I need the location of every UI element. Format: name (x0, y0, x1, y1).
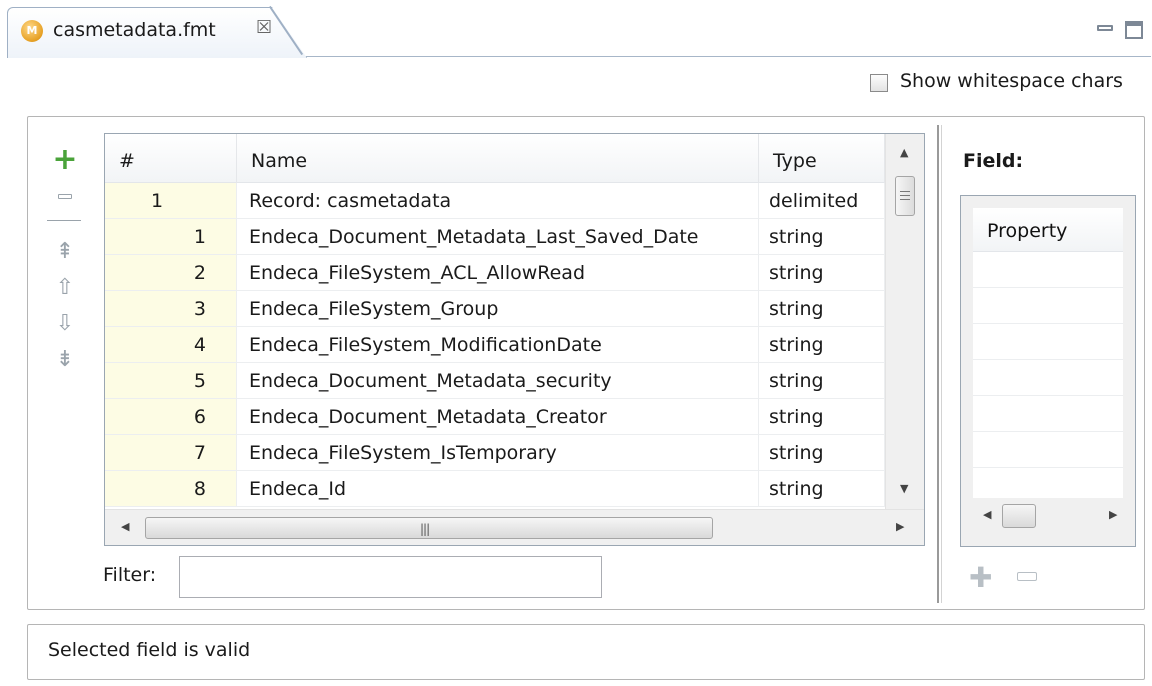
property-table-body: Property (973, 208, 1123, 498)
property-row[interactable] (973, 360, 1123, 396)
property-row[interactable] (973, 288, 1123, 324)
format-file-icon: M (21, 20, 43, 42)
cell-number: 1 (105, 219, 237, 255)
status-message: Selected field is valid (48, 639, 251, 661)
filter-input[interactable] (179, 556, 602, 598)
column-header-name[interactable]: Name (237, 134, 759, 183)
scroll-left-arrow-icon[interactable]: ◀ (121, 520, 129, 533)
table-row[interactable]: 1 Endeca_Document_Metadata_Last_Saved_Dat… (105, 219, 885, 255)
table-row[interactable]: 2 Endeca_FileSystem_ACL_AllowRead string (105, 255, 885, 291)
cell-name: Record: casmetadata (237, 183, 759, 219)
property-row[interactable] (973, 324, 1123, 360)
move-bottom-icon[interactable]: ⇟ (47, 345, 83, 375)
cell-name: Endeca_Id (237, 471, 759, 507)
cell-number: 2 (105, 255, 237, 291)
cell-number: 8 (105, 471, 237, 507)
scroll-right-arrow-icon[interactable]: ▶ (1109, 508, 1117, 521)
property-scroll-thumb[interactable] (1002, 504, 1036, 528)
maximize-icon[interactable] (1125, 21, 1143, 39)
move-down-icon[interactable]: ⇩ (47, 309, 83, 339)
table-row[interactable]: 8 Endeca_Id string (105, 471, 885, 507)
cell-type: string (759, 471, 885, 507)
cell-number: 1 (105, 183, 237, 219)
horizontal-scroll-thumb[interactable]: ||| (145, 517, 713, 539)
cell-number: 7 (105, 435, 237, 471)
table-row[interactable]: 5 Endeca_Document_Metadata_security string (105, 363, 885, 399)
cell-name: Endeca_FileSystem_ModificationDate (237, 327, 759, 363)
panel-splitter[interactable] (937, 125, 942, 603)
cell-type: delimited (759, 183, 885, 219)
table-row[interactable]: 7 Endeca_FileSystem_IsTemporary string (105, 435, 885, 471)
cell-number: 3 (105, 291, 237, 327)
close-icon[interactable]: ☒ (256, 19, 272, 37)
cell-name: Endeca_FileSystem_ACL_AllowRead (237, 255, 759, 291)
add-icon[interactable]: + (47, 145, 83, 177)
field-panel-title: Field: (963, 150, 1024, 172)
cell-name: Endeca_Document_Metadata_Last_Saved_Date (237, 219, 759, 255)
toolbar-separator (47, 220, 81, 221)
table-row[interactable]: 3 Endeca_FileSystem_Group string (105, 291, 885, 327)
scroll-up-arrow-icon[interactable]: ▲ (900, 146, 908, 159)
vertical-scroll-thumb[interactable] (895, 176, 915, 216)
cell-type: string (759, 255, 885, 291)
scroll-right-arrow-icon[interactable]: ▶ (896, 520, 904, 533)
cell-name: Endeca_FileSystem_Group (237, 291, 759, 327)
scroll-down-arrow-icon[interactable]: ▼ (900, 482, 908, 495)
filter-label: Filter: (103, 564, 157, 586)
record-row[interactable]: 1 Record: casmetadata delimited (105, 183, 885, 219)
cell-name: Endeca_FileSystem_IsTemporary (237, 435, 759, 471)
show-whitespace-checkbox[interactable] (870, 74, 888, 92)
show-whitespace-label[interactable]: Show whitespace chars (900, 70, 1123, 92)
cell-name: Endeca_Document_Metadata_security (237, 363, 759, 399)
cell-type: string (759, 435, 885, 471)
column-header-number[interactable]: # (105, 134, 237, 183)
table-row[interactable]: 6 Endeca_Document_Metadata_Creator string (105, 399, 885, 435)
minimize-icon[interactable] (1097, 25, 1113, 31)
move-top-icon[interactable]: ⇞ (47, 237, 83, 267)
remove-icon[interactable] (47, 181, 83, 211)
cell-number: 5 (105, 363, 237, 399)
tab-title[interactable]: casmetadata.fmt (53, 19, 216, 41)
property-horizontal-scrollbar[interactable]: ◀ ▶ (973, 498, 1123, 534)
property-row[interactable] (973, 252, 1123, 288)
property-table[interactable]: Property ◀ ▶ (960, 195, 1136, 547)
cell-type: string (759, 291, 885, 327)
cell-number: 6 (105, 399, 237, 435)
table-row[interactable]: 4 Endeca_FileSystem_ModificationDate strin… (105, 327, 885, 363)
cell-name: Endeca_Document_Metadata_Creator (237, 399, 759, 435)
cell-type: string (759, 219, 885, 255)
column-header-type[interactable]: Type (759, 134, 885, 183)
table-header: # Name Type (105, 134, 885, 183)
records-table[interactable]: # Name Type 1 Record: casmetadata delimite… (104, 133, 925, 546)
window-controls (1097, 19, 1147, 41)
status-box: Selected field is valid (27, 624, 1145, 680)
format-editor: M casmetadata.fmt ☒ Show whitespace char… (7, 5, 1151, 685)
cell-number: 4 (105, 327, 237, 363)
cell-type: string (759, 327, 885, 363)
add-property-icon[interactable]: ✚ (969, 564, 992, 592)
column-header-property[interactable]: Property (973, 208, 1123, 252)
scroll-left-arrow-icon[interactable]: ◀ (983, 508, 991, 521)
property-row[interactable] (973, 396, 1123, 432)
horizontal-scrollbar[interactable]: ◀ ||| ▶ (105, 509, 924, 545)
remove-property-icon[interactable] (1017, 572, 1037, 581)
vertical-scrollbar[interactable]: ▲ ▼ (885, 134, 924, 509)
editor-tab-strip: M casmetadata.fmt ☒ (7, 5, 1151, 58)
cell-type: string (759, 399, 885, 435)
move-up-icon[interactable]: ⇧ (47, 273, 83, 303)
property-row[interactable] (973, 432, 1123, 468)
cell-type: string (759, 363, 885, 399)
